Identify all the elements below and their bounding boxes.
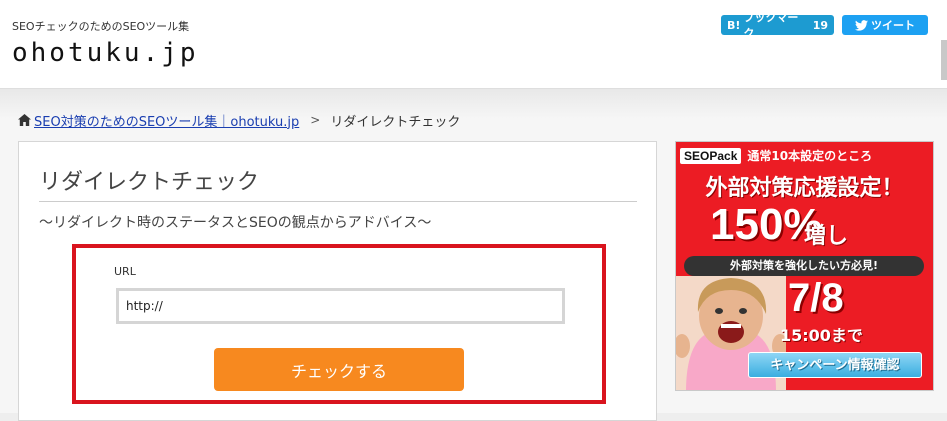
seopack-ad-banner[interactable]: SEOPack 通常10本設定のところ 外部対策応援設定！ 150% 増し 外部… bbox=[675, 141, 934, 391]
breadcrumb-current: リダイレクトチェック bbox=[330, 114, 461, 130]
hatena-bookmark-button[interactable]: B! ブックマーク 19 bbox=[721, 11, 834, 40]
ad-line2: 外部対策応援設定！ bbox=[705, 176, 904, 201]
ad-time: 15:00まで bbox=[780, 326, 863, 345]
title-divider bbox=[39, 201, 637, 202]
redirect-check-form: URL チェックする bbox=[72, 244, 606, 404]
home-icon bbox=[18, 114, 31, 126]
breadcrumb-home-link[interactable]: SEO対策のためのSEOツール集｜ohotuku.jp bbox=[34, 111, 299, 130]
url-input[interactable] bbox=[116, 288, 565, 324]
hatena-icon: B! bbox=[727, 18, 741, 32]
tweet-label: ツイート bbox=[871, 19, 915, 32]
breadcrumb-separator: > bbox=[310, 113, 321, 127]
ad-cta-button[interactable]: キャンペーン情報確認 bbox=[748, 352, 922, 378]
site-logo[interactable]: ohotuku.jp bbox=[12, 38, 199, 68]
ad-line1: 通常10本設定のところ bbox=[747, 149, 873, 163]
site-tagline: SEOチェックのためのSEOツール集 bbox=[12, 20, 190, 33]
ad-strip: 外部対策を強化したい方必見! bbox=[684, 256, 924, 276]
url-label: URL bbox=[114, 265, 136, 278]
ad-percent-suffix: 増し bbox=[804, 224, 849, 249]
tweet-button[interactable]: ツイート bbox=[842, 15, 928, 35]
hatena-count: 19 bbox=[812, 18, 828, 32]
hatena-label: ブックマーク bbox=[743, 11, 799, 40]
ad-top-row: SEOPack 通常10本設定のところ bbox=[680, 147, 872, 164]
main-panel: リダイレクトチェック ～リダイレクト時のステータスとSEOの観点からアドバイス～… bbox=[18, 141, 657, 421]
twitter-bird-icon bbox=[855, 19, 868, 31]
breadcrumb: SEO対策のためのSEOツール集｜ohotuku.jp > リダイレクトチェック bbox=[18, 111, 461, 130]
page-subtitle: ～リダイレクト時のステータスとSEOの観点からアドバイス～ bbox=[39, 215, 432, 231]
ad-date: 7/8 bbox=[788, 276, 844, 320]
check-button[interactable]: チェックする bbox=[214, 348, 464, 391]
ad-brand: SEOPack bbox=[680, 147, 742, 164]
page-title: リダイレクトチェック bbox=[39, 170, 260, 195]
site-header: SEOチェックのためのSEOツール集 ohotuku.jp B! ブックマーク … bbox=[0, 0, 947, 89]
scrollbar[interactable] bbox=[941, 40, 947, 80]
